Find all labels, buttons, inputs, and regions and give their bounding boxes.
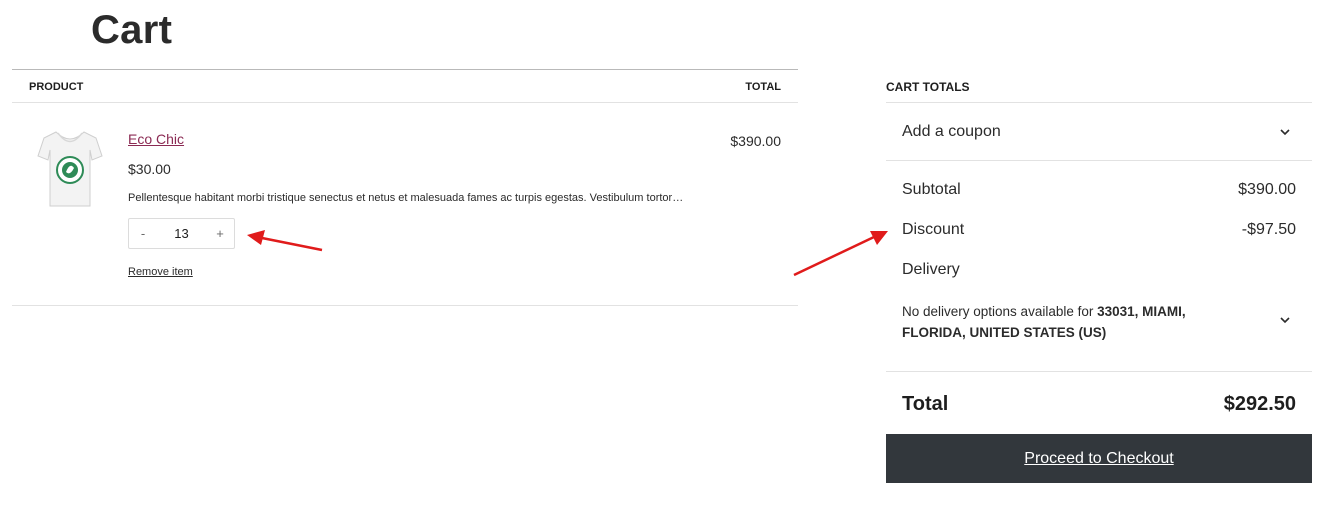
chevron-down-icon[interactable] — [1278, 313, 1292, 327]
cart-item-row: Eco Chic $30.00 Pellentesque habitant mo… — [12, 103, 798, 306]
subtotal-value: $390.00 — [1238, 181, 1296, 198]
cart-totals-heading: CART TOTALS — [886, 78, 1312, 103]
tshirt-image[interactable] — [36, 128, 104, 210]
discount-label: Discount — [902, 221, 965, 238]
page-title: Cart — [91, 8, 173, 52]
column-header-total: TOTAL — [745, 81, 781, 93]
totals-summary: Subtotal $390.00 Discount -$97.50 Delive… — [886, 161, 1312, 372]
delivery-note-text: No delivery options available for — [902, 304, 1098, 319]
annotation-arrow-discount — [793, 231, 888, 277]
product-description: Pellentesque habitant morbi tristique se… — [128, 192, 684, 204]
delivery-label: Delivery — [902, 261, 960, 278]
column-header-product: PRODUCT — [29, 81, 84, 93]
product-unit-price: $30.00 — [128, 161, 171, 177]
proceed-to-checkout-button[interactable]: Proceed to Checkout — [886, 434, 1312, 483]
remove-item-link[interactable]: Remove item — [128, 266, 193, 278]
coupon-toggle[interactable]: Add a coupon — [886, 103, 1312, 161]
quantity-stepper: - 13 + — [128, 218, 235, 249]
chevron-down-icon — [1280, 129, 1290, 136]
quantity-decrement-button[interactable]: - — [129, 219, 157, 248]
quantity-increment-button[interactable]: + — [206, 219, 234, 248]
grand-total-row: Total $292.50 — [886, 372, 1312, 434]
delivery-note: No delivery options available for 33031,… — [902, 301, 1232, 343]
coupon-label: Add a coupon — [902, 123, 1001, 140]
total-value: $292.50 — [1223, 393, 1296, 415]
subtotal-label: Subtotal — [902, 181, 961, 198]
cart-totals-panel: CART TOTALS Add a coupon Subtotal $390.0… — [886, 78, 1312, 483]
discount-value: -$97.50 — [1241, 221, 1296, 238]
total-label: Total — [902, 393, 949, 415]
cart-table: PRODUCT TOTAL Eco Chic $30.00 Pellentesq… — [12, 69, 798, 306]
cart-table-header: PRODUCT TOTAL — [12, 69, 798, 103]
quantity-input[interactable]: 13 — [157, 226, 206, 241]
line-total: $390.00 — [730, 133, 781, 149]
product-link[interactable]: Eco Chic — [128, 131, 184, 147]
